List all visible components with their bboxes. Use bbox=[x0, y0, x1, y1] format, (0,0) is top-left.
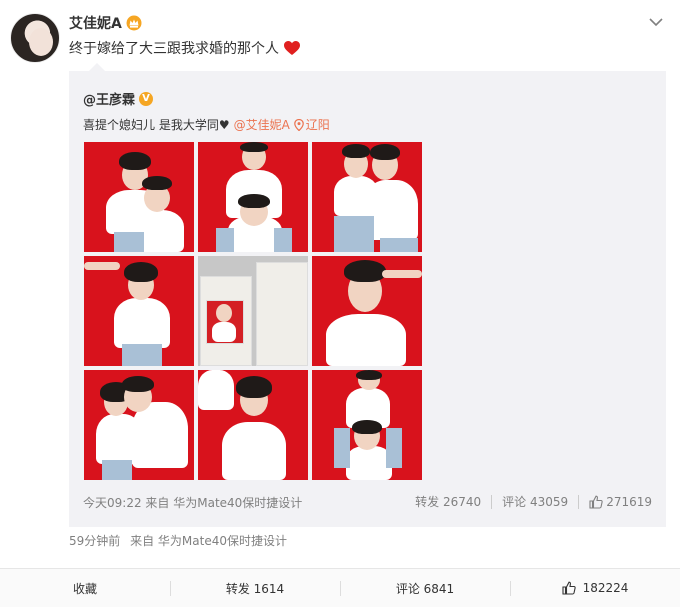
photo-3[interactable] bbox=[312, 142, 422, 252]
like-button[interactable]: 182224 bbox=[510, 569, 680, 607]
post-author[interactable]: 艾佳妮A bbox=[69, 13, 142, 33]
favorite-label: 收藏 bbox=[72, 581, 97, 596]
quoted-text: 喜提个媳妇儿 是我大学同♥ @艾佳妮A 辽阳 bbox=[83, 116, 330, 133]
action-bar: 收藏 转发 1614 评论 6841 182224 bbox=[0, 568, 680, 607]
photo-2[interactable] bbox=[198, 142, 308, 252]
chevron-down-icon[interactable] bbox=[648, 14, 664, 30]
author-name[interactable]: 艾佳妮A bbox=[69, 13, 122, 33]
mention-link[interactable]: @艾佳妮A bbox=[234, 116, 290, 133]
quoted-source: 来自 华为Mate40保时捷设计 bbox=[145, 496, 303, 510]
photo-9[interactable] bbox=[312, 370, 422, 480]
photo-7[interactable] bbox=[84, 370, 194, 480]
post-text: 终于嫁给了大三跟我求婚的那个人 bbox=[69, 38, 301, 58]
repost-label: 转发 1614 bbox=[225, 581, 285, 596]
post-source: 来自 华为Mate40保时捷设计 bbox=[130, 534, 287, 548]
quoted-comment[interactable]: 评论 43059 bbox=[502, 493, 568, 510]
quoted-stats: 转发 26740 评论 43059 271619 bbox=[415, 493, 652, 510]
avatar[interactable] bbox=[10, 13, 60, 63]
post-text-content: 终于嫁给了大三跟我求婚的那个人 bbox=[69, 41, 279, 57]
photo-1[interactable] bbox=[84, 142, 194, 252]
thumbs-up-icon bbox=[562, 581, 576, 595]
photo-4[interactable] bbox=[84, 256, 194, 366]
quoted-meta: 今天09:22 来自 华为Mate40保时捷设计 bbox=[83, 494, 302, 511]
comment-button[interactable]: 评论 6841 bbox=[340, 569, 510, 607]
quoted-time[interactable]: 今天09:22 bbox=[83, 496, 142, 510]
quoted-text-content: 喜提个媳妇儿 是我大学同♥ bbox=[83, 118, 230, 132]
like-count: 182224 bbox=[582, 581, 629, 595]
heart-icon bbox=[284, 41, 300, 55]
favorite-button[interactable]: 收藏 bbox=[0, 569, 170, 607]
location-pin-icon bbox=[293, 118, 304, 131]
post-meta: 59分钟前 来自 华为Mate40保时捷设计 bbox=[69, 532, 287, 549]
verified-badge-icon: V bbox=[139, 91, 154, 106]
location-link[interactable]: 辽阳 bbox=[293, 116, 330, 133]
post-time[interactable]: 59分钟前 bbox=[69, 534, 120, 548]
quoted-repost[interactable]: 转发 26740 bbox=[415, 493, 481, 510]
quoted-post: @王彦霖 V 喜提个媳妇儿 是我大学同♥ @艾佳妮A 辽阳 今天09:22 来自… bbox=[69, 63, 666, 527]
photo-grid bbox=[84, 142, 422, 480]
comment-label: 评论 6841 bbox=[395, 581, 455, 596]
photo-5[interactable] bbox=[198, 256, 308, 366]
quoted-author-name[interactable]: @王彦霖 bbox=[83, 89, 135, 108]
quoted-like-count[interactable]: 271619 bbox=[606, 495, 652, 509]
quoted-like[interactable]: 271619 bbox=[589, 495, 652, 509]
photo-8[interactable] bbox=[198, 370, 308, 480]
crown-icon bbox=[126, 15, 142, 31]
thumbs-up-icon bbox=[589, 495, 603, 509]
quoted-author[interactable]: @王彦霖 V bbox=[83, 89, 154, 108]
photo-6[interactable] bbox=[312, 256, 422, 366]
location-text[interactable]: 辽阳 bbox=[306, 116, 330, 133]
repost-button[interactable]: 转发 1614 bbox=[170, 569, 340, 607]
